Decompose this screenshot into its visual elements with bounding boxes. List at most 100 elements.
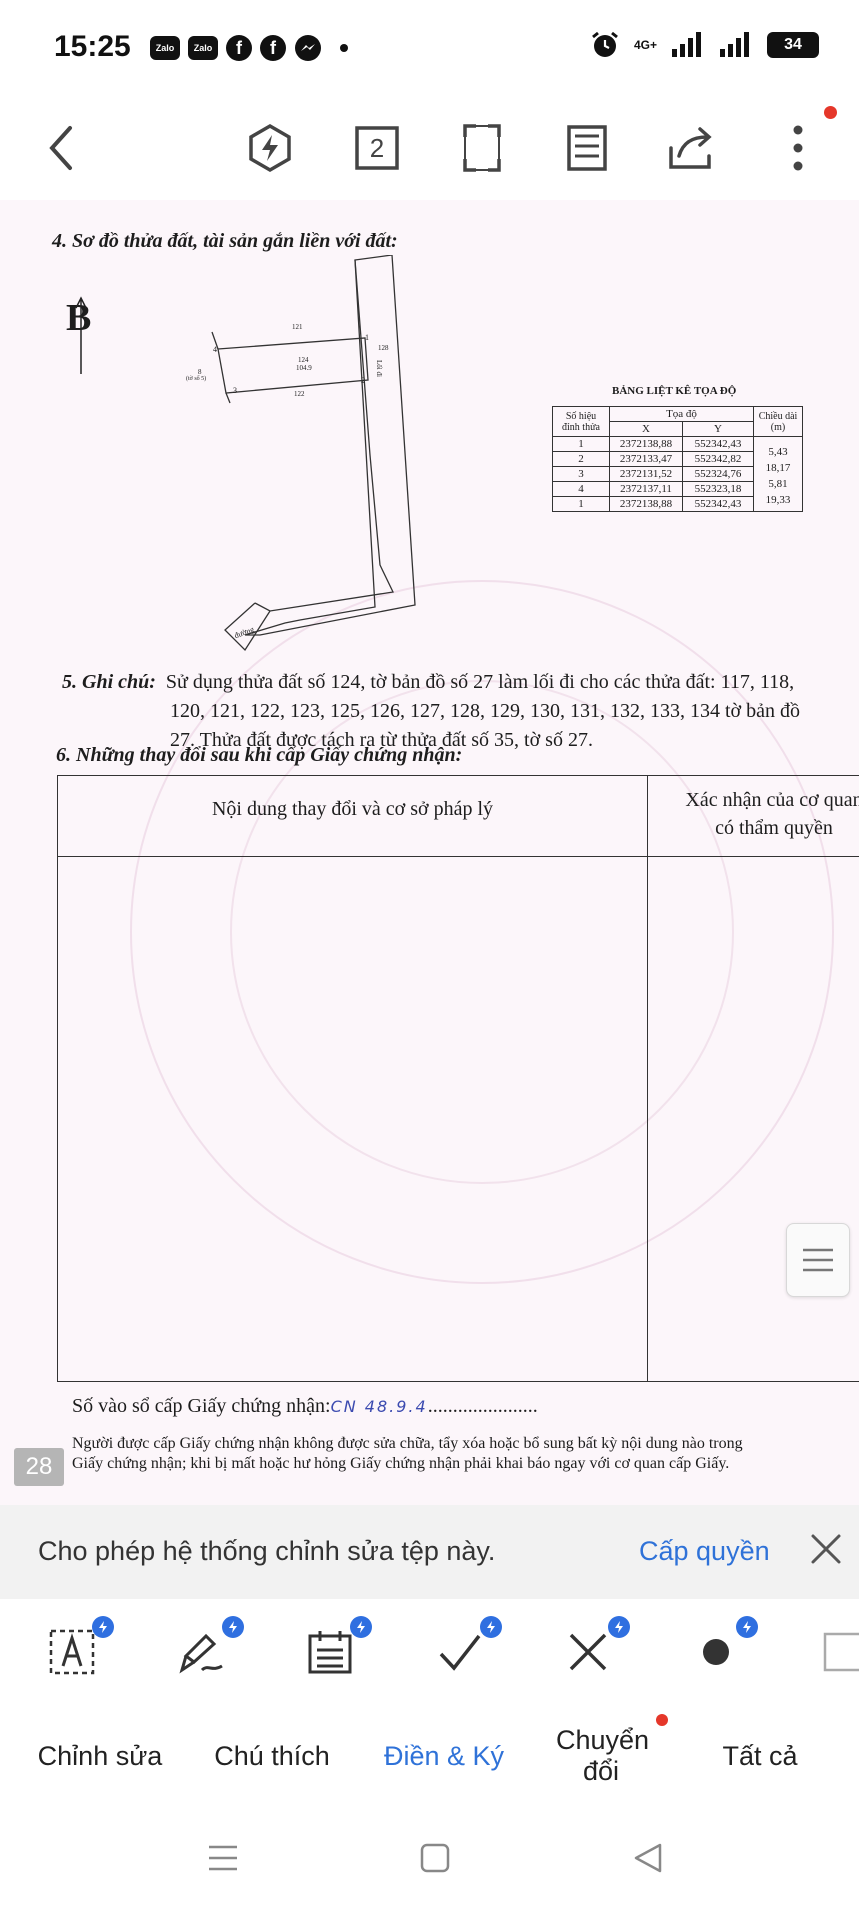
status-bar: 15:25 Zalo Zalo f f 4G+ 34 <box>0 0 859 100</box>
north-arrow-icon <box>75 296 87 374</box>
more-notifications-dot-icon <box>340 44 348 52</box>
premium-badge <box>480 1616 502 1638</box>
lightning-icon <box>249 123 291 173</box>
coord-x: 2372133,47 <box>609 451 683 467</box>
back-nav-button[interactable] <box>628 1838 668 1878</box>
coord-point: 1 <box>552 436 610 452</box>
map-label: Lối đi <box>375 360 383 377</box>
tab-all[interactable]: Tất cả <box>690 1704 830 1808</box>
alarm-icon <box>592 31 618 57</box>
coord-y: 552342,43 <box>682 496 754 512</box>
back-arrow-icon <box>49 126 72 170</box>
text-box-tool[interactable] <box>44 1616 114 1680</box>
changes-table: Nội dung thay đổi và cơ sở pháp lý Xác n… <box>57 775 859 1382</box>
battery-icon: 34 <box>767 32 819 58</box>
dot-icon <box>703 1639 729 1665</box>
coord-point: 2 <box>552 451 610 467</box>
top-toolbar: 2 <box>0 100 859 201</box>
map-label: 122 <box>294 390 305 398</box>
text-box-icon <box>49 1629 95 1675</box>
notification-dot <box>656 1714 668 1726</box>
coord-header-point: Số hiệu đỉnh thửa <box>552 406 610 437</box>
coord-header-length: Chiều dài (m) <box>753 406 803 437</box>
map-label: 124 <box>298 356 309 364</box>
signature-tool[interactable] <box>174 1616 244 1680</box>
bottom-tabs: Chỉnh sửa Chú thích Điền & Ký Chuyển đổi… <box>0 1704 859 1808</box>
map-label: 104.9 <box>296 364 312 372</box>
checkmark-tool[interactable] <box>432 1616 502 1680</box>
pdf-page[interactable]: 4. Sơ đồ thửa đất, tài sản gắn liền với … <box>0 200 859 1505</box>
scroll-handle[interactable] <box>786 1223 850 1297</box>
notes-text: 120, 121, 122, 123, 125, 126, 127, 128, … <box>170 700 801 722</box>
share-button[interactable] <box>662 118 722 178</box>
coord-table-title: BẢNG LIỆT KÊ TỌA ĐỘ <box>612 385 737 397</box>
home-button[interactable] <box>415 1838 455 1878</box>
share-icon <box>669 127 712 169</box>
tab-convert-label: Chuyển đổi <box>556 1725 650 1786</box>
cross-icon <box>569 1633 607 1671</box>
status-time: 15:25 <box>54 30 131 63</box>
signature-pen-icon <box>179 1633 223 1674</box>
back-button[interactable] <box>32 118 92 178</box>
quick-action-button[interactable] <box>240 118 300 178</box>
length-value: 5,43 <box>768 446 788 458</box>
vertex-label: 4 <box>213 345 217 354</box>
lightning-icon <box>229 1621 237 1633</box>
system-icons: 4G+ 34 <box>590 30 819 60</box>
recent-apps-button[interactable] <box>203 1838 243 1878</box>
coord-header-x: X <box>609 421 683 437</box>
tab-fill-sign[interactable]: Điền & Ký <box>364 1704 524 1808</box>
notes-section: 5. Ghi chú: Sử dụng thửa đất số 124, tờ … <box>62 668 859 755</box>
date-tool[interactable] <box>302 1616 372 1680</box>
system-nav-bar <box>0 1808 859 1908</box>
rectangle-tool[interactable] <box>815 1624 859 1680</box>
notes-label: 5. Ghi chú: <box>62 671 156 693</box>
triangle-back-icon <box>634 1843 662 1873</box>
warning-text: Người được cấp Giấy chứng nhận không đượ… <box>72 1434 859 1474</box>
section4-title: 4. Sơ đồ thửa đất, tài sản gắn liền với … <box>52 230 398 252</box>
fullscreen-button[interactable] <box>452 118 512 178</box>
messenger-icon <box>295 35 321 61</box>
fullscreen-icon <box>463 124 501 172</box>
coord-header-y: Y <box>682 421 754 437</box>
lightning-icon <box>487 1621 495 1633</box>
lightning-icon <box>743 1621 751 1633</box>
cross-tool[interactable] <box>560 1616 630 1680</box>
grant-permission-button[interactable]: Cấp quyền <box>639 1536 770 1567</box>
vertex-label: 3 <box>233 386 237 395</box>
reader-mode-button[interactable] <box>557 118 617 178</box>
page-count-button[interactable]: 2 <box>347 118 407 178</box>
premium-badge <box>350 1616 372 1638</box>
registration-dots: ...................... <box>427 1395 538 1417</box>
tab-annotate[interactable]: Chú thích <box>192 1704 352 1808</box>
close-icon[interactable] <box>808 1531 844 1567</box>
column-header-content: Nội dung thay đổi và cơ sở pháp lý <box>211 798 494 820</box>
table-row: 1 2372138,88 552342,43 5,43 18,17 5,81 1… <box>552 436 803 512</box>
vertex-label: 2 <box>361 376 365 385</box>
coord-y: 552324,76 <box>682 466 754 482</box>
zalo-icon: Zalo <box>150 36 180 60</box>
coord-lengths: 5,43 18,17 5,81 19,33 <box>753 436 803 512</box>
map-label: 8 <box>198 368 202 376</box>
fill-sign-toolbar <box>0 1599 859 1705</box>
premium-badge <box>222 1616 244 1638</box>
warning-line: Giấy chứng nhận; khi bị mất hoặc hư hỏng… <box>72 1455 730 1472</box>
notification-dot <box>824 106 837 119</box>
facebook-icon: f <box>226 35 252 61</box>
more-options-button[interactable] <box>768 118 828 178</box>
menu-lines-icon <box>209 1845 237 1871</box>
dot-tool[interactable] <box>688 1616 758 1680</box>
coord-y: 552342,43 <box>682 436 754 452</box>
tab-edit[interactable]: Chỉnh sửa <box>20 1704 180 1808</box>
notification-icons: Zalo Zalo f f <box>150 34 348 62</box>
menu-lines-icon <box>803 1248 833 1272</box>
warning-line: Người được cấp Giấy chứng nhận không đượ… <box>72 1435 743 1452</box>
permission-bar: Cho phép hệ thống chỉnh sửa tệp này. Cấp… <box>0 1505 859 1599</box>
lightning-icon <box>99 1621 107 1633</box>
network-type: 4G+ <box>633 38 657 52</box>
tab-convert[interactable]: Chuyển đổi <box>536 1704 666 1808</box>
vertex-label: 1 <box>365 333 369 342</box>
coord-y: 552342,82 <box>682 451 754 467</box>
section6-title: 6. Những thay đổi sau khi cấp Giấy chứng… <box>56 744 463 766</box>
length-value: 19,33 <box>765 494 791 506</box>
